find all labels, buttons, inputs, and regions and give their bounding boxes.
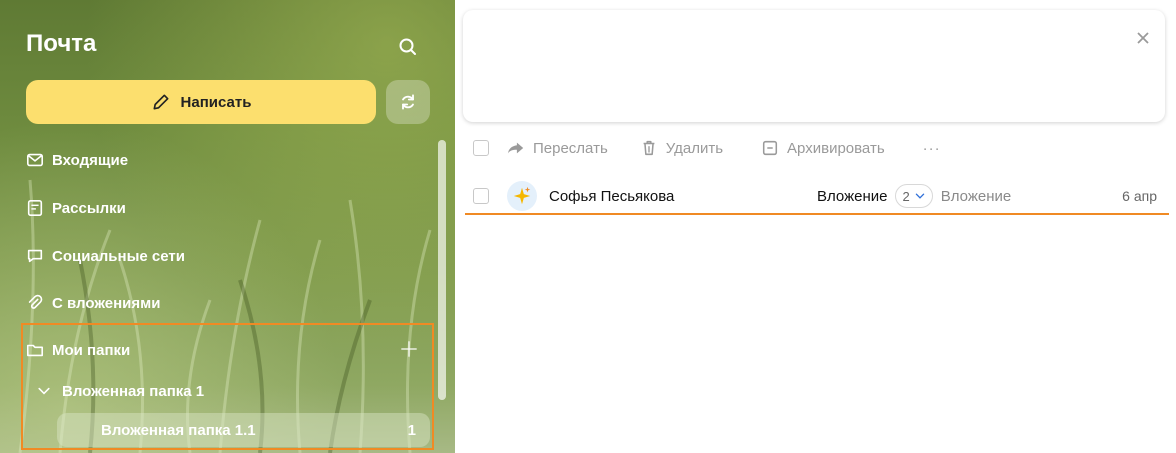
archive-label: Архивировать bbox=[787, 139, 885, 157]
refresh-button[interactable] bbox=[386, 80, 430, 124]
inbox-icon bbox=[26, 153, 44, 167]
sidebar-item-label: Мои папки bbox=[52, 341, 131, 359]
paperclip-icon bbox=[28, 294, 43, 309]
folder-nested-1[interactable]: Вложенная папка 1 bbox=[36, 378, 204, 404]
more-button[interactable]: ··· bbox=[923, 140, 941, 157]
compose-label: Написать bbox=[180, 93, 252, 111]
archive-icon bbox=[762, 140, 778, 156]
sidebar-item-my-folders[interactable]: Мои папки bbox=[26, 335, 130, 365]
main-pane: Переслать Удалить Архивировать ··· Софья… bbox=[455, 0, 1176, 453]
message-toolbar: Переслать Удалить Архивировать ··· bbox=[473, 136, 941, 160]
trash-icon bbox=[643, 140, 655, 156]
thread-count-badge[interactable]: 2 bbox=[895, 184, 933, 208]
message-snippet: Вложение bbox=[940, 187, 1012, 205]
app-title: Почта bbox=[26, 30, 97, 57]
sidebar-item-inbox[interactable]: Входящие bbox=[26, 145, 128, 175]
forward-label: Переслать bbox=[533, 139, 608, 157]
notice-panel bbox=[463, 10, 1165, 122]
folder-nested-1-label: Вложенная папка 1 bbox=[62, 382, 205, 400]
sidebar-scrollbar[interactable] bbox=[438, 140, 446, 400]
newsletter-icon bbox=[27, 199, 43, 217]
sidebar: Почта Написать Входящие Рассылки Социаль… bbox=[0, 0, 455, 453]
folder-icon bbox=[26, 344, 44, 357]
unread-count: 1 bbox=[407, 421, 416, 439]
more-icon: ··· bbox=[922, 139, 941, 157]
sidebar-item-label: С вложениями bbox=[52, 294, 161, 312]
archive-button[interactable]: Архивировать bbox=[761, 139, 885, 157]
plus-icon[interactable] bbox=[398, 338, 420, 360]
chevron-down-icon bbox=[915, 193, 924, 199]
sidebar-item-label: Входящие bbox=[52, 151, 129, 169]
sidebar-item-attachments[interactable]: С вложениями bbox=[26, 288, 160, 318]
sidebar-item-newsletters[interactable]: Рассылки bbox=[26, 193, 126, 223]
chat-icon bbox=[27, 249, 43, 263]
forward-arrow-icon bbox=[507, 142, 524, 154]
message-subject: Вложение bbox=[817, 187, 888, 205]
row-highlight-line bbox=[465, 213, 1169, 215]
forward-button[interactable]: Переслать bbox=[507, 139, 608, 157]
mail-app: Почта Написать Входящие Рассылки Социаль… bbox=[0, 0, 1176, 453]
avatar bbox=[507, 181, 537, 211]
search-icon[interactable] bbox=[396, 35, 420, 59]
folder-nested-1-1-label: Вложенная папка 1.1 bbox=[101, 421, 256, 439]
delete-label: Удалить bbox=[665, 139, 724, 157]
refresh-icon bbox=[402, 94, 414, 110]
chevron-down-icon bbox=[38, 387, 50, 395]
select-all-checkbox[interactable] bbox=[473, 140, 489, 156]
message-checkbox[interactable] bbox=[473, 188, 489, 204]
sidebar-item-label: Рассылки bbox=[52, 199, 126, 217]
delete-button[interactable]: Удалить bbox=[640, 139, 723, 157]
message-row[interactable]: Софья Песьякова Вложение 2 Вложение 6 ап… bbox=[465, 177, 1169, 215]
sparkle-icon bbox=[513, 186, 531, 205]
close-icon[interactable] bbox=[1133, 28, 1153, 48]
sidebar-item-social[interactable]: Социальные сети bbox=[26, 241, 185, 271]
message-date: 6 апр bbox=[1122, 188, 1157, 204]
thread-count: 2 bbox=[902, 188, 910, 204]
compose-button[interactable]: Написать bbox=[26, 80, 376, 124]
sidebar-item-label: Социальные сети bbox=[52, 247, 185, 265]
message-sender: Софья Песьякова bbox=[549, 187, 675, 205]
pencil-icon bbox=[153, 94, 169, 110]
folder-nested-1-1[interactable]: Вложенная папка 1.1 1 bbox=[57, 413, 430, 447]
